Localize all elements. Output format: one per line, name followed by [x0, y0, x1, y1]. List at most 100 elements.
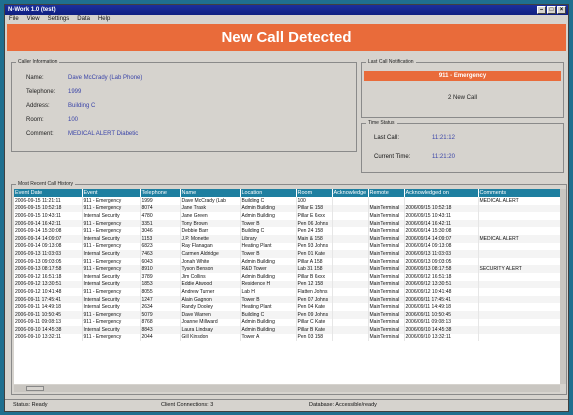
table-cell — [478, 272, 560, 281]
table-row[interactable]: 2006-09-15 11:21:11 911 - Emergency 1999 Da… — [14, 197, 560, 205]
menu-help[interactable]: Help — [98, 15, 110, 24]
table-row[interactable]: 2006-09-12 13:30:51 Internal Security 1853… — [14, 280, 560, 289]
table-cell: 2006-09-13 09:03:05 — [14, 257, 83, 266]
table-cell: 2006/09/14 14:09:07 — [404, 234, 479, 243]
table-row[interactable]: 2006-09-14 09:13:08 911 - Emergency 6823 Ra… — [14, 242, 560, 251]
table-cell: 8910 — [140, 265, 181, 273]
name-label: Name: — [26, 75, 44, 81]
table-row[interactable]: 2006-09-10 14:45:38 Internal Security 8843… — [14, 326, 560, 334]
table-row[interactable]: 2006-09-14 14:09:07 Internal Security 1153… — [14, 234, 560, 243]
table-cell: 8843 — [140, 326, 181, 334]
table-cell: Building C — [240, 227, 297, 235]
column-header[interactable]: Name — [180, 189, 241, 197]
table-cell: Pen 93 Johns — [296, 242, 333, 251]
table-cell: Internal Security — [82, 234, 141, 243]
table-cell: 8768 — [140, 318, 181, 327]
table-cell — [368, 197, 405, 205]
table-cell — [332, 318, 369, 327]
caller-comment: MEDICAL ALERT Diabetic — [68, 131, 139, 137]
title-bar[interactable]: N-Work 1.0 (test) – □ × — [5, 5, 568, 15]
column-header[interactable]: Event — [82, 189, 141, 197]
table-row[interactable]: 2006-09-14 15:30:08 911 - Emergency 3046 De… — [14, 227, 560, 235]
column-header[interactable]: Acknowledge — [332, 189, 369, 197]
table-cell — [478, 303, 560, 311]
window-title: N-Work 1.0 (test) — [8, 7, 56, 13]
menu-settings[interactable]: Settings — [48, 15, 70, 24]
table-row[interactable]: 2006-09-14 16:42:11 911 - Emergency 3351 To… — [14, 219, 560, 228]
table-cell: Admin Building — [240, 212, 297, 220]
history-table-container[interactable]: Event Date Event Telephone Name Location Room… — [14, 189, 560, 384]
table-row[interactable]: 2006-09-13 08:17:58 911 - Emergency 8910 Ty… — [14, 265, 560, 273]
column-header[interactable]: Telephone — [140, 189, 181, 197]
table-cell — [332, 310, 369, 319]
caller-telephone: 1999 — [68, 89, 82, 95]
table-cell: SECURITY ALERT — [478, 265, 560, 273]
table-row[interactable]: 2006-09-12 16:51:18 Internal Security 3789… — [14, 272, 560, 281]
menu-view[interactable]: View — [27, 15, 40, 24]
caller-information-panel: Caller Information Name: Dave McCrady (La… — [11, 59, 357, 152]
table-cell: Pen 01 Kate — [296, 250, 333, 258]
comment-label: Comment: — [26, 131, 54, 137]
table-row[interactable]: 2006-09-11 17:45:41 Internal Security 1247… — [14, 295, 560, 304]
table-cell — [478, 326, 560, 334]
table-cell: Joanne Millward — [180, 318, 241, 327]
table-cell: 2006/09/11 14:49:18 — [404, 303, 479, 311]
menu-file[interactable]: File — [9, 15, 19, 24]
table-row[interactable]: 2006-09-13 11:03:03 Internal Security 7463… — [14, 250, 560, 258]
column-header[interactable]: Event Date — [14, 189, 83, 197]
vertical-scrollbar[interactable] — [560, 189, 566, 384]
table-cell: Pen 07 Johns — [296, 295, 333, 304]
table-cell: Jane Green — [180, 212, 241, 220]
table-row[interactable]: 2006-09-15 10:43:11 Internal Security 4780… — [14, 212, 560, 220]
close-button[interactable]: × — [557, 6, 566, 14]
table-row[interactable]: 2006-09-10 13:32:11 911 - Emergency 2044 Gi… — [14, 333, 560, 342]
table-cell — [332, 326, 369, 334]
menu-data[interactable]: Data — [77, 15, 90, 24]
table-cell: Gill Kinsdon — [180, 333, 241, 342]
table-cell: Ray Flanagan — [180, 242, 241, 251]
room-label: Room: — [26, 117, 44, 123]
table-cell: 2006/09/15 10:43:11 — [404, 212, 479, 220]
status-bar: Status: Ready Client Connections: 3 Data… — [5, 399, 568, 411]
table-cell: 2006-09-14 14:09:07 — [14, 234, 83, 243]
table-cell — [478, 333, 560, 342]
column-header[interactable]: Remote — [368, 189, 405, 197]
table-cell: MainTerminal — [368, 234, 405, 243]
table-row[interactable]: 2006-09-12 10:41:48 911 - Emergency 8055 An… — [14, 288, 560, 296]
table-row[interactable]: 2006-09-15 10:52:18 911 - Emergency 8074 Ja… — [14, 204, 560, 213]
client-connections: Client Connections: 3 — [161, 402, 214, 408]
minimize-button[interactable]: – — [537, 6, 546, 14]
table-cell: 100 — [296, 197, 333, 205]
table-cell — [478, 242, 560, 251]
column-header[interactable]: Acknowledged on — [404, 189, 479, 197]
horizontal-scroll-thumb[interactable] — [26, 386, 44, 391]
table-row[interactable]: 2006-09-13 09:03:05 911 - Emergency 6043 Jo… — [14, 257, 560, 266]
table-cell: Admin Building — [240, 318, 297, 327]
table-cell: 2006-09-12 10:41:48 — [14, 288, 83, 296]
address-label: Address: — [26, 103, 50, 109]
table-cell — [332, 234, 369, 243]
table-row[interactable]: 2006-09-11 09:08:13 911 - Emergency 8768 Jo… — [14, 318, 560, 327]
table-cell: Internal Security — [82, 326, 141, 334]
column-header[interactable]: Location — [240, 189, 297, 197]
column-header[interactable]: Comments — [478, 189, 560, 197]
table-cell: 2006/09/13 09:03:05 — [404, 257, 479, 266]
table-cell: 911 - Emergency — [82, 227, 141, 235]
table-cell: MainTerminal — [368, 219, 405, 228]
table-cell: Dave Warren — [180, 310, 241, 319]
database-status: Database: Accessible/ready — [309, 402, 377, 408]
horizontal-scrollbar[interactable] — [14, 385, 560, 392]
column-header[interactable]: Room — [296, 189, 333, 197]
table-cell: MainTerminal — [368, 310, 405, 319]
table-cell: 7463 — [140, 250, 181, 258]
table-cell: Main & 158 — [296, 234, 333, 243]
maximize-button[interactable]: □ — [547, 6, 556, 14]
table-row[interactable]: 2006-09-11 14:49:18 Internal Security 2634… — [14, 303, 560, 311]
table-cell: 8074 — [140, 204, 181, 213]
table-cell: Pen 06 Johns — [296, 219, 333, 228]
table-cell: R&D Tower — [240, 265, 297, 273]
table-cell: 5079 — [140, 310, 181, 319]
table-cell: Pen 03 158 — [296, 333, 333, 342]
table-cell: Jim Collins — [180, 272, 241, 281]
table-row[interactable]: 2006-09-11 10:50:45 911 - Emergency 5079 Da… — [14, 310, 560, 319]
